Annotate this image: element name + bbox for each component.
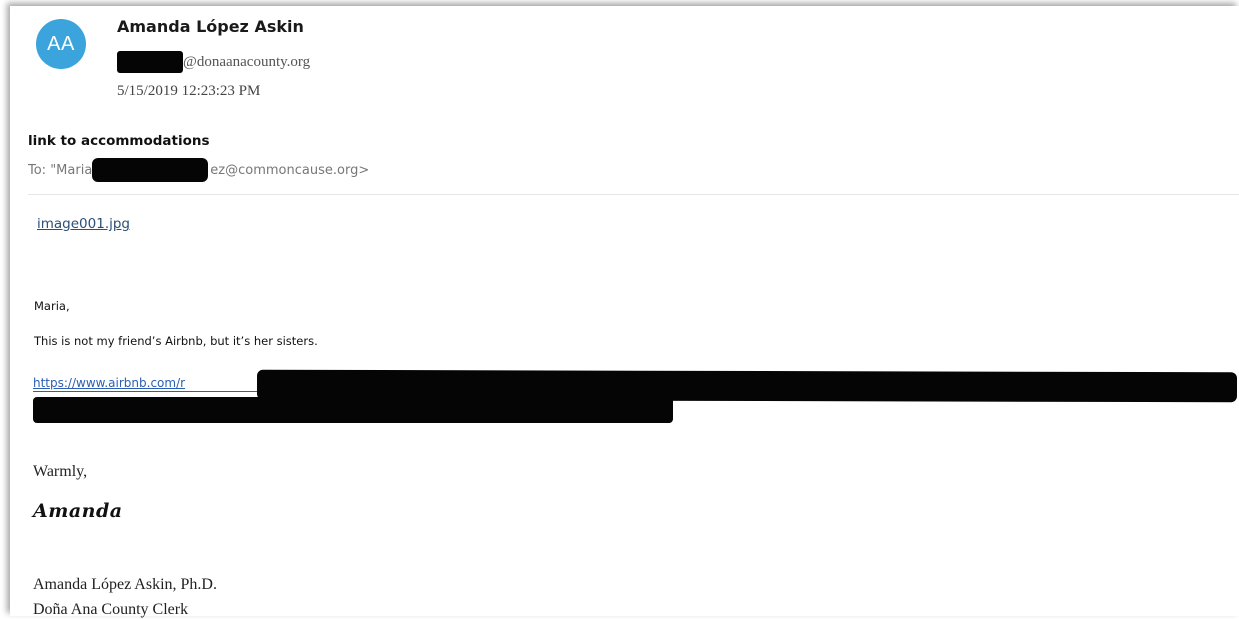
sender-email: @donaanacounty.org	[117, 51, 310, 73]
attachment-link[interactable]: image001.jpg	[37, 216, 130, 232]
closing-text: Warmly,	[33, 463, 88, 480]
header-divider	[28, 194, 1239, 195]
sender-name: Amanda López Askin	[117, 17, 304, 36]
signature-name: Amanda López Askin, Ph.D.	[33, 576, 217, 593]
sent-timestamp: 5/15/2019 12:23:23 PM	[117, 83, 261, 99]
avatar-initials: AA	[47, 32, 75, 55]
airbnb-link[interactable]: https://www.airbnb.com/r	[33, 369, 1238, 426]
redaction-block	[33, 397, 673, 423]
airbnb-link-text[interactable]: https://www.airbnb.com/r	[33, 376, 185, 390]
body-line: This is not my friend’s Airbnb, but it’s…	[34, 334, 318, 348]
recipient-prefix: To: "Maria	[28, 162, 93, 178]
sender-email-domain: @donaanacounty.org	[183, 53, 311, 70]
email-subject: link to accommodations	[28, 133, 210, 149]
body-greeting: Maria,	[34, 299, 70, 313]
redaction-block	[92, 158, 209, 182]
signature-title: Doña Ana County Clerk	[33, 601, 189, 618]
signature-script: Amanda	[33, 500, 123, 522]
recipient-suffix: ez@commoncause.org>	[210, 162, 370, 178]
redaction-block	[117, 51, 183, 73]
recipient-line: To: "Maria ez@commoncause.org>	[28, 158, 369, 182]
sender-avatar: AA	[36, 19, 86, 69]
